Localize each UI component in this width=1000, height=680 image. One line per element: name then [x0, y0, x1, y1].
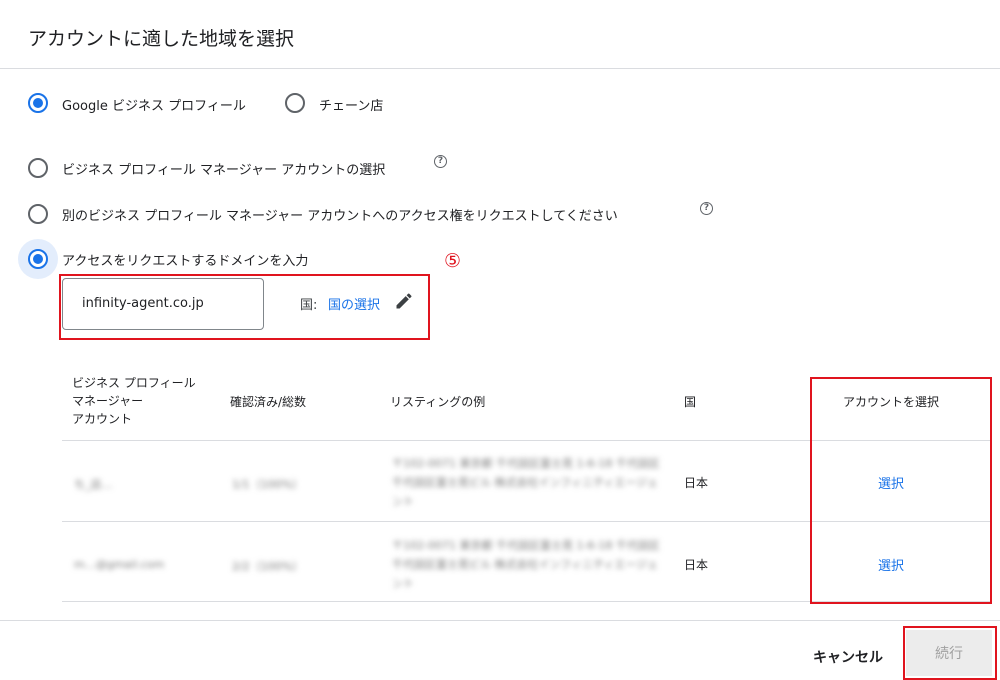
annotation-box-continue: [903, 626, 997, 680]
dialog-title: アカウントに適した地域を選択: [28, 28, 295, 50]
radio-label-select-manager-account: ビジネス プロフィール マネージャー アカウントの選択: [62, 163, 386, 178]
footer-divider: [0, 620, 1000, 621]
listing-example-blurred: 〒102-0071 東京都 千代田区富士見 1-6-18 千代田区千代田区富士見…: [392, 539, 660, 590]
radio-label-enter-domain: アクセスをリクエストするドメインを入力: [62, 254, 309, 269]
table-header-country: 国: [684, 395, 697, 409]
listing-example-blurred: 〒102-0071 東京都 千代田区富士見 1-6-18 千代田区千代田区富士見…: [392, 457, 660, 508]
table-header-account: ビジネス プロフィール マネージャー アカウント: [72, 376, 196, 426]
verified-count-blurred: 2/2（100%）: [232, 560, 304, 573]
country-cell: 日本: [684, 558, 709, 572]
table-header-listing: リスティングの例: [390, 395, 486, 409]
help-icon[interactable]: ?: [434, 155, 447, 168]
account-name-blurred: m…@gmail.com: [74, 558, 165, 571]
country-cell: 日本: [684, 476, 709, 490]
radio-label-google-business-profile: Google ビジネス プロフィール: [62, 99, 246, 114]
cancel-button[interactable]: キャンセル: [800, 640, 896, 674]
radio-chain-store[interactable]: [285, 93, 305, 113]
annotation-number: ⑤: [444, 250, 462, 272]
verified-count-blurred: 1/1（100%）: [232, 478, 304, 491]
radio-google-business-profile[interactable]: [28, 93, 48, 113]
title-divider: [0, 68, 1000, 69]
annotation-box-select-column: [810, 377, 992, 604]
help-icon[interactable]: ?: [700, 202, 713, 215]
table-header-verified: 確認済み/総数: [230, 395, 307, 409]
radio-select-manager-account[interactable]: [28, 158, 48, 178]
annotation-box-domain: [59, 274, 430, 340]
radio-label-chain-store: チェーン店: [319, 99, 384, 114]
radio-label-request-access: 別のビジネス プロフィール マネージャー アカウントへのアクセス権をリクエストし…: [62, 209, 618, 224]
radio-request-access[interactable]: [28, 204, 48, 224]
account-name-blurred: ち_店…: [74, 478, 113, 491]
radio-enter-domain[interactable]: [28, 249, 48, 269]
